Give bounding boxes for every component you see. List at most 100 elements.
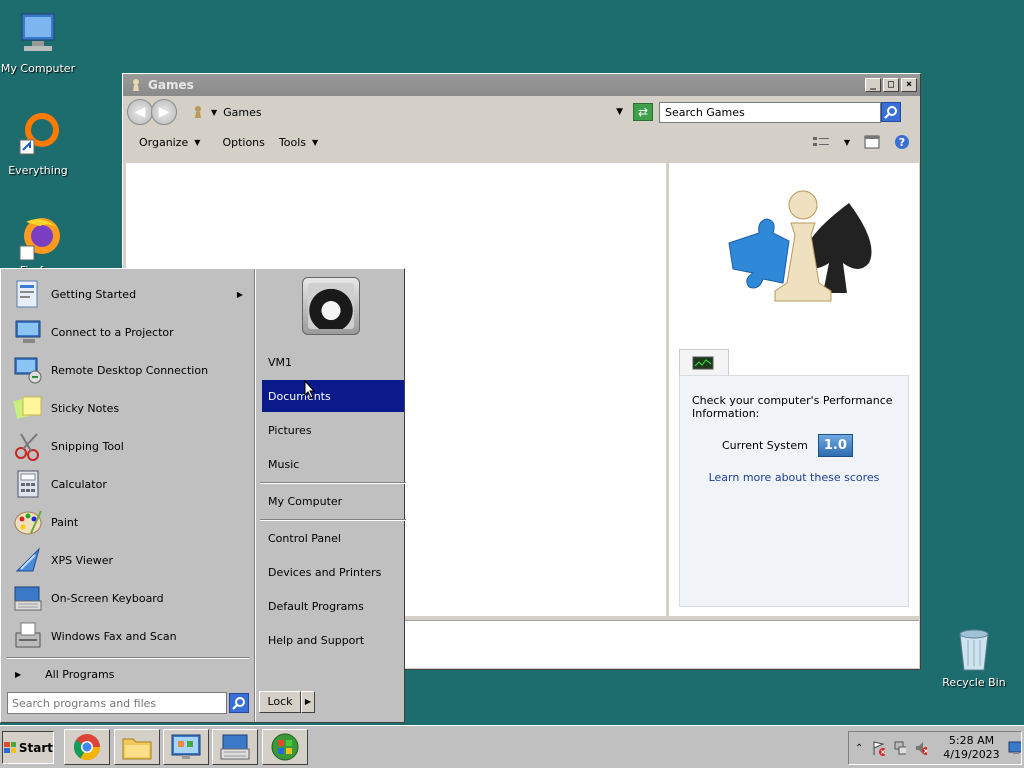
- desktop-icon-label: My Computer: [0, 62, 76, 75]
- refresh-icon: ⇄: [637, 105, 649, 119]
- program-label: XPS Viewer: [51, 553, 114, 567]
- scissors-icon: [15, 433, 39, 461]
- paint-palette-icon: [14, 510, 42, 535]
- shutdown-options-button[interactable]: ▶: [301, 691, 315, 713]
- search-button[interactable]: [881, 102, 901, 122]
- close-button[interactable]: ×: [901, 78, 917, 92]
- clock[interactable]: 5:28 AM 4/19/2023: [943, 734, 999, 762]
- taskbar-on-screen-keyboard[interactable]: [212, 729, 258, 765]
- back-button[interactable]: ◀: [127, 99, 153, 125]
- program-getting-started[interactable]: Getting Started ▶: [3, 275, 253, 313]
- place-label: Pictures: [268, 423, 312, 437]
- place-control-panel[interactable]: Control Panel: [262, 522, 404, 554]
- start-button[interactable]: Start: [2, 731, 54, 764]
- place-devices-printers[interactable]: Devices and Printers: [262, 556, 404, 588]
- organize-menu[interactable]: Organize ▼: [139, 136, 200, 149]
- mouse-cursor-icon: [304, 380, 316, 399]
- lock-button[interactable]: Lock: [259, 691, 301, 713]
- current-system-label: Current System: [722, 439, 808, 452]
- program-label: Paint: [51, 515, 79, 529]
- performance-text: Check your computer's Performance Inform…: [692, 394, 893, 420]
- program-xps-viewer[interactable]: XPS Viewer: [3, 541, 253, 579]
- user-photo: [308, 283, 354, 329]
- place-music[interactable]: Music: [262, 448, 404, 480]
- network-icon[interactable]: [893, 740, 906, 756]
- program-sticky-notes[interactable]: Sticky Notes: [3, 389, 253, 427]
- taskbar-explorer[interactable]: [114, 729, 160, 765]
- desktop-icon-everything[interactable]: Everything: [0, 112, 76, 177]
- keyboard-icon: [220, 734, 250, 760]
- address-bar[interactable]: ▼ Games ▼: [187, 101, 627, 123]
- place-label: VM1: [268, 355, 293, 369]
- magnifier-icon: [232, 697, 245, 710]
- maximize-button[interactable]: □: [883, 78, 899, 92]
- program-snipping-tool[interactable]: Snipping Tool: [3, 427, 253, 465]
- taskbar: Start ⌃ 5:28 AM 4/19/2023: [0, 725, 1024, 768]
- window-titlebar[interactable]: Games _ □ ×: [123, 74, 920, 96]
- taskbar-media-center[interactable]: [262, 729, 308, 765]
- clock-date: 4/19/2023: [943, 748, 1000, 761]
- breadcrumb-games[interactable]: Games: [223, 106, 261, 119]
- search-programs-input[interactable]: [7, 692, 227, 714]
- desktop-icon-label: Everything: [8, 164, 68, 177]
- desktop-icon-my-computer[interactable]: My Computer: [0, 10, 76, 75]
- show-desktop-icon[interactable]: [1008, 741, 1021, 755]
- place-my-computer[interactable]: My Computer: [262, 485, 404, 517]
- chess-pawn-icon: [133, 79, 139, 91]
- taskbar-chrome[interactable]: [64, 729, 110, 765]
- forward-arrow-icon: ▶: [158, 104, 170, 120]
- places-separator: [260, 482, 406, 484]
- forward-button[interactable]: ▶: [151, 99, 177, 125]
- calculator-icon: [17, 470, 39, 498]
- place-pictures[interactable]: Pictures: [262, 414, 404, 446]
- search-games-input[interactable]: Search Games: [659, 101, 881, 123]
- start-menu-places: VM1 Documents Pictures Music My Computer…: [255, 269, 406, 722]
- user-avatar[interactable]: [302, 277, 360, 335]
- windows-orb-icon: [271, 733, 299, 761]
- minimize-button[interactable]: _: [865, 78, 881, 92]
- show-hidden-icons-button[interactable]: ⌃: [855, 743, 863, 754]
- xps-viewer-icon: [15, 547, 40, 572]
- submenu-arrow-icon: ▶: [236, 289, 243, 299]
- program-connect-projector[interactable]: Connect to a Projector: [3, 313, 253, 351]
- address-toolbar: ◀ ▶ ▼ Games ▼ ⇄ Search Games: [123, 96, 920, 128]
- desktop-icon-recycle-bin[interactable]: Recycle Bin: [936, 624, 1012, 689]
- program-paint[interactable]: Paint: [3, 503, 253, 541]
- lock-controls: Lock ▶: [259, 691, 315, 713]
- start-search-button[interactable]: [229, 693, 249, 713]
- place-label: My Computer: [268, 494, 343, 508]
- refresh-button[interactable]: ⇄: [633, 103, 653, 121]
- program-remote-desktop[interactable]: Remote Desktop Connection: [3, 351, 253, 389]
- place-default-programs[interactable]: Default Programs: [262, 590, 404, 622]
- all-programs-button[interactable]: ▶ All Programs: [3, 661, 253, 687]
- performance-monitor-icon: [692, 356, 714, 370]
- place-documents[interactable]: Documents: [262, 380, 404, 412]
- breadcrumb-arrow-icon[interactable]: ▼: [211, 108, 217, 117]
- action-center-flag-icon[interactable]: [871, 740, 885, 756]
- program-fax-scan[interactable]: Windows Fax and Scan: [3, 617, 253, 655]
- program-on-screen-keyboard[interactable]: On-Screen Keyboard: [3, 579, 253, 617]
- place-user-folder[interactable]: VM1: [262, 346, 404, 378]
- dropdown-arrow-icon: ▼: [312, 137, 319, 147]
- program-label: Remote Desktop Connection: [51, 363, 209, 377]
- options-label: Options: [222, 135, 265, 149]
- tools-menu[interactable]: Tools ▼: [279, 136, 318, 149]
- program-calculator[interactable]: Calculator: [3, 465, 253, 503]
- options-button[interactable]: Options: [222, 136, 264, 149]
- view-dropdown-icon[interactable]: ▼: [844, 138, 850, 147]
- view-options-icon[interactable]: [812, 135, 830, 149]
- everything-icon: [14, 112, 62, 160]
- performance-tab[interactable]: [679, 349, 729, 377]
- help-icon[interactable]: ?: [894, 134, 910, 150]
- volume-muted-icon[interactable]: [914, 740, 928, 756]
- preview-pane-icon[interactable]: [864, 135, 880, 149]
- computer-icon: [14, 10, 62, 58]
- all-programs-arrow-icon: ▶: [15, 669, 22, 679]
- place-label: Documents: [268, 389, 331, 403]
- learn-more-link[interactable]: Learn more about these scores: [692, 471, 896, 484]
- place-help-support[interactable]: Help and Support: [262, 624, 404, 656]
- taskbar-control-panel[interactable]: [163, 729, 209, 765]
- magnifier-icon: [884, 106, 897, 119]
- address-dropdown-icon[interactable]: ▼: [616, 107, 623, 117]
- control-panel-icon: [171, 734, 201, 759]
